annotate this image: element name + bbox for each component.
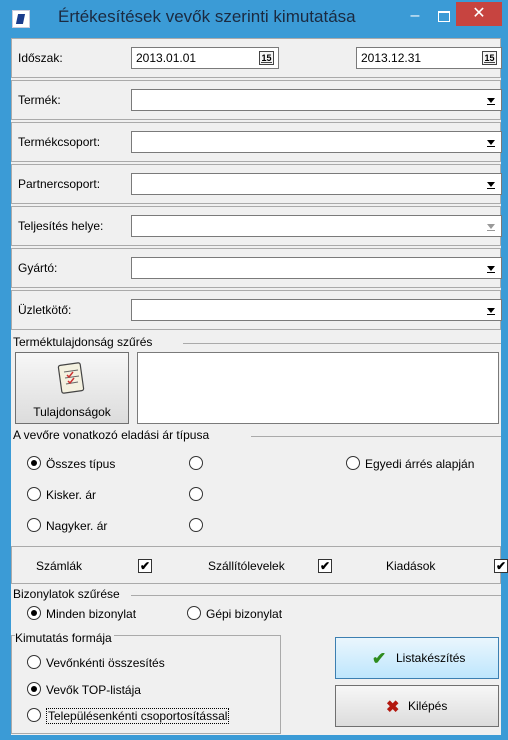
chevron-down-icon[interactable]	[483, 302, 499, 318]
window: Értékesítések vevők szerinti kimutatása …	[0, 0, 508, 740]
termekcsoport-combo[interactable]	[131, 131, 502, 153]
period-label: Időszak:	[18, 51, 63, 65]
radio-label: Minden bizonylat	[46, 607, 137, 621]
filter-row-termekcsoport: Termékcsoport:	[11, 122, 502, 162]
radio-label: Vevők TOP-listája	[46, 683, 141, 697]
form-client: Időszak: 2013.01.01 15 2013.12.31 15 Ter…	[11, 38, 508, 735]
exit-button-label: Kilépés	[408, 699, 448, 713]
radio-egyedi[interactable]	[346, 456, 360, 470]
document-types-row: Számlák ✔ Szállítólevelek ✔ Kiadások ✔	[11, 546, 508, 584]
filter-row-gyarto: Gyártó:	[11, 248, 502, 288]
filter-row-uzletkoto: Üzletkötő:	[11, 290, 502, 330]
filter-label: Termékcsoport:	[18, 135, 101, 149]
chk-label: Szállítólevelek	[208, 559, 285, 573]
period-row: Időszak: 2013.01.01 15 2013.12.31 15	[11, 38, 502, 78]
date-from-value: 2013.01.01	[136, 51, 197, 65]
radio-label: Összes típus	[46, 457, 116, 471]
close-button[interactable]: ✕	[456, 2, 502, 26]
radio-vevonkenti[interactable]	[27, 655, 41, 669]
gyarto-combo[interactable]	[131, 257, 502, 279]
teljesites-combo[interactable]	[131, 215, 502, 237]
filter-label: Teljesítés helye:	[18, 219, 104, 233]
chevron-down-icon[interactable]	[483, 176, 499, 192]
calendar-icon[interactable]: 15	[482, 51, 497, 65]
radio-blank-1[interactable]	[189, 456, 203, 470]
kiadasok-checkbox[interactable]: ✔	[494, 559, 508, 573]
radio-blank-2[interactable]	[189, 487, 203, 501]
radio-label: Egyedi árrés alapján	[365, 457, 475, 471]
radio-osszes[interactable]	[27, 456, 41, 470]
date-from-field[interactable]: 2013.01.01 15	[131, 47, 279, 69]
chevron-down-icon[interactable]	[483, 92, 499, 108]
divider	[131, 595, 501, 596]
radio-label: Kisker. ár	[46, 488, 97, 502]
partnercsoport-combo[interactable]	[131, 173, 502, 195]
radio-label: Településenkénti csoportosítással	[46, 708, 230, 724]
filter-label: Partnercsoport:	[18, 177, 101, 191]
date-to-field[interactable]: 2013.12.31 15	[356, 47, 502, 69]
filter-row-termek: Termék:	[11, 80, 502, 120]
radio-label: Gépi bizonylat	[206, 607, 283, 621]
app-icon	[12, 10, 30, 28]
filter-row-partnercsoport: Partnercsoport:	[11, 164, 502, 204]
radio-blank-3[interactable]	[189, 518, 203, 532]
radio-label: Nagyker. ár	[46, 519, 108, 533]
radio-minden[interactable]	[27, 606, 41, 620]
radio-top-lista[interactable]	[27, 682, 41, 696]
chevron-down-icon[interactable]	[483, 260, 499, 276]
window-title: Értékesítések vevők szerinti kimutatása	[58, 7, 356, 26]
properties-button-label: Tulajdonságok	[33, 405, 111, 419]
check-icon: ✔	[372, 649, 387, 668]
termek-combo[interactable]	[131, 89, 502, 111]
date-to-value: 2013.12.31	[361, 51, 422, 65]
radio-label: Vevőnkénti összesítés	[46, 656, 165, 670]
chevron-down-icon[interactable]	[483, 134, 499, 150]
price-type-title: A vevőre vonatkozó eladási ár típusa	[13, 428, 210, 442]
list-button[interactable]: ✔ Listakészítés	[335, 637, 499, 679]
uzletkoto-combo[interactable]	[131, 299, 502, 321]
calendar-icon[interactable]: 15	[259, 51, 274, 65]
title-bar: Értékesítések vevők szerinti kimutatása …	[0, 0, 508, 36]
property-filter-title: Terméktulajdonság szűrés	[13, 335, 153, 349]
exit-button[interactable]: ✖ Kilépés	[335, 685, 499, 727]
filter-label: Üzletkötő:	[18, 303, 72, 317]
radio-telepules[interactable]	[27, 708, 41, 722]
radio-nagyker[interactable]	[27, 518, 41, 532]
format-title: Kimutatás formája	[15, 631, 114, 645]
chevron-down-icon[interactable]	[483, 218, 499, 234]
properties-icon	[57, 362, 85, 394]
radio-kisker[interactable]	[27, 487, 41, 501]
filter-label: Termék:	[18, 93, 61, 107]
properties-list[interactable]	[137, 352, 499, 424]
doc-filter-title: Bizonylatok szűrése	[13, 587, 120, 601]
szallito-checkbox[interactable]: ✔	[318, 559, 332, 573]
szamlak-checkbox[interactable]: ✔	[138, 559, 152, 573]
divider	[251, 436, 501, 437]
filter-row-teljesites: Teljesítés helye:	[11, 206, 502, 246]
minimize-button[interactable]: –	[404, 4, 426, 28]
divider	[183, 343, 501, 344]
maximize-button[interactable]	[432, 4, 454, 28]
x-icon: ✖	[386, 699, 400, 716]
list-button-label: Listakészítés	[396, 651, 466, 665]
properties-button[interactable]: Tulajdonságok	[15, 352, 129, 424]
chk-label: Számlák	[36, 559, 83, 573]
radio-gepi[interactable]	[187, 606, 201, 620]
filter-label: Gyártó:	[18, 261, 58, 275]
chk-label: Kiadások	[386, 559, 436, 573]
